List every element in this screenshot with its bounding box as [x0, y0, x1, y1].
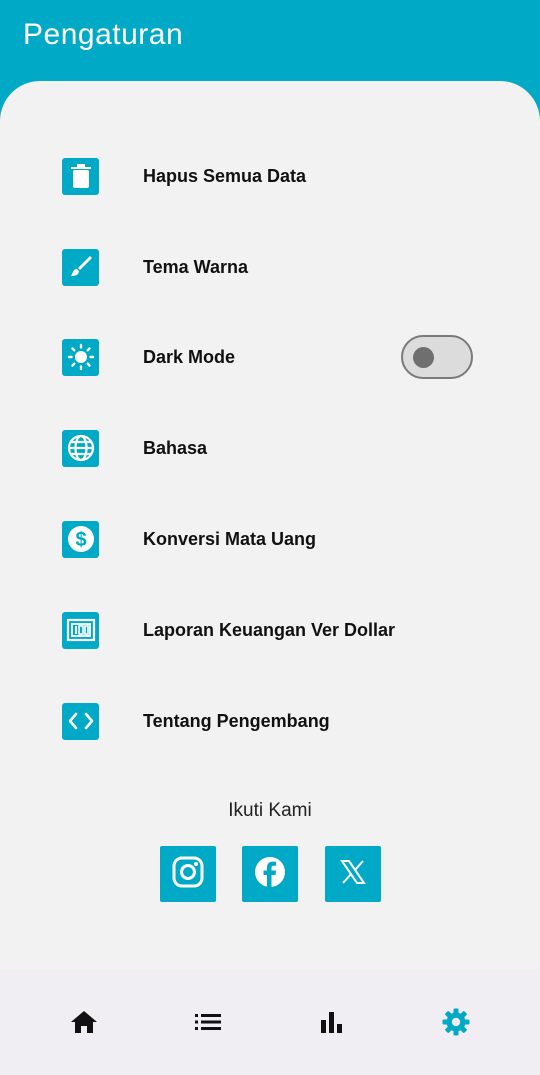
- code-icon: [62, 702, 99, 740]
- list-icon: [194, 1012, 222, 1037]
- menu-item-dark-mode[interactable]: Dark Mode: [0, 327, 540, 387]
- trash-icon: [62, 157, 99, 195]
- nav-settings[interactable]: [441, 1007, 471, 1042]
- nav-home[interactable]: [69, 1009, 99, 1039]
- toggle-knob: [413, 347, 434, 368]
- menu-item-label: Tema Warna: [143, 256, 249, 277]
- globe-icon: [62, 429, 99, 467]
- dark-mode-toggle[interactable]: [401, 335, 473, 379]
- x-icon: [339, 858, 367, 891]
- bar-chart-icon: [319, 1010, 345, 1039]
- settings-icon: [441, 1007, 471, 1042]
- menu-item-label: Dark Mode: [143, 346, 236, 367]
- currency-report-icon: [62, 611, 99, 649]
- menu-item-dollar-report[interactable]: Laporan Keuangan Ver Dollar: [0, 600, 540, 660]
- facebook-icon: [253, 855, 287, 894]
- nav-list[interactable]: [193, 1009, 223, 1039]
- menu-item-label: Tentang Pengembang: [143, 710, 330, 731]
- menu-item-delete-all-data[interactable]: Hapus Semua Data: [0, 146, 540, 206]
- menu-item-about-developer[interactable]: Tentang Pengembang: [0, 691, 540, 751]
- menu-item-label: Konversi Mata Uang: [143, 528, 317, 549]
- brightness-icon: [62, 338, 99, 376]
- menu-item-label: Laporan Keuangan Ver Dollar: [143, 619, 396, 640]
- menu-item-label: Hapus Semua Data: [143, 165, 307, 186]
- svg-text:$: $: [75, 529, 86, 551]
- brush-icon: [62, 248, 99, 286]
- follow-us-title: Ikuti Kami: [228, 800, 312, 821]
- instagram-button[interactable]: [160, 846, 216, 902]
- settings-panel: Hapus Semua Data Tema Warna Dark Mode Ba…: [0, 81, 540, 1075]
- nav-statistics[interactable]: [317, 1009, 347, 1039]
- home-icon: [70, 1009, 98, 1040]
- x-button[interactable]: [325, 846, 381, 902]
- facebook-button[interactable]: [242, 846, 298, 902]
- menu-item-label: Bahasa: [143, 437, 208, 458]
- menu-item-language[interactable]: Bahasa: [0, 418, 540, 478]
- instagram-icon: [171, 855, 205, 894]
- menu-item-currency-conversion[interactable]: $ Konversi Mata Uang: [0, 509, 540, 569]
- bottom-navigation: [0, 969, 540, 1075]
- page-title: Pengaturan: [23, 18, 184, 51]
- dollar-icon: $: [62, 520, 99, 558]
- menu-item-color-theme[interactable]: Tema Warna: [0, 237, 540, 297]
